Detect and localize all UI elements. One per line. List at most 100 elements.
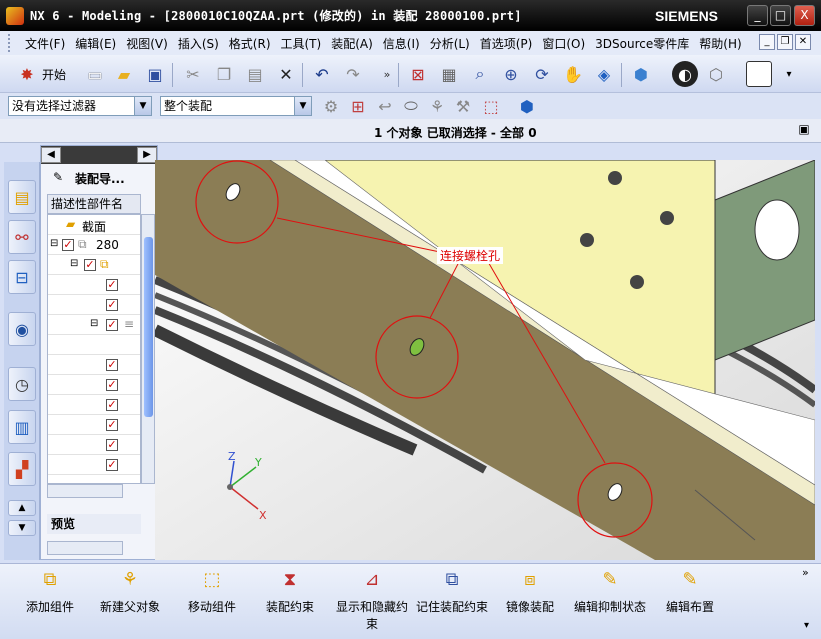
strip-scroll-up-icon[interactable]: ▲ xyxy=(8,500,36,516)
tree-row[interactable]: ✓ xyxy=(48,275,140,295)
tree-row[interactable]: ✓ xyxy=(48,395,140,415)
status-toggle-icon[interactable]: ▣ xyxy=(794,119,814,139)
mdi-close-button[interactable]: ✕ xyxy=(795,34,811,50)
chevron-right-icon[interactable]: ▶ xyxy=(137,147,157,163)
menu-info[interactable]: 信息(I) xyxy=(378,35,425,52)
visibility-checkbox[interactable]: ✓ xyxy=(106,459,118,471)
preview-scrollbar[interactable] xyxy=(47,541,123,555)
tree-horizontal-scrollbar[interactable] xyxy=(47,484,123,498)
tree-row[interactable] xyxy=(48,335,140,355)
toolbar-dropdown-icon[interactable]: ▾ xyxy=(776,61,802,87)
copy-icon[interactable]: ❐ xyxy=(211,61,237,87)
menu-edit[interactable]: 编辑(E) xyxy=(70,35,121,52)
visibility-checkbox[interactable]: ✓ xyxy=(106,419,118,431)
wireframe-icon[interactable]: ⬡ xyxy=(703,61,729,87)
tree-row[interactable]: ✓ xyxy=(48,415,140,435)
menu-format[interactable]: 格式(R) xyxy=(224,35,276,52)
zoom-icon[interactable]: ⌕ xyxy=(467,61,493,87)
strip-scroll-down-icon[interactable]: ▼ xyxy=(8,520,36,536)
tree-row[interactable]: ✓ xyxy=(48,435,140,455)
roles-tab[interactable]: ▞ xyxy=(8,452,36,486)
menu-tools[interactable]: 工具(T) xyxy=(276,35,327,52)
model-view[interactable]: Z Y X xyxy=(155,160,815,560)
assembly-constraint-button[interactable]: ⧗ 装配约束 xyxy=(262,568,318,634)
menu-file[interactable]: 文件(F) xyxy=(20,35,70,52)
menu-assembly[interactable]: 装配(A) xyxy=(326,35,378,52)
menu-help[interactable]: 帮助(H) xyxy=(694,35,746,52)
collapse-icon[interactable]: ⊟ xyxy=(90,318,98,329)
visibility-checkbox[interactable]: ✓ xyxy=(106,439,118,451)
menu-window[interactable]: 窗口(O) xyxy=(537,35,590,52)
chevron-down-icon[interactable]: ▼ xyxy=(294,97,311,115)
show-hide-constraint-button[interactable]: ⊿ 显示和隐藏约束 xyxy=(332,568,412,634)
tree-row[interactable]: ✓ xyxy=(48,455,140,475)
delete-icon[interactable]: ✕ xyxy=(273,61,299,87)
edit-arrangement-button[interactable]: ✎ 编辑布置 xyxy=(662,568,718,634)
graphics-viewport[interactable]: Z Y X xyxy=(155,160,815,560)
shaded-icon[interactable]: ⬢ xyxy=(628,61,654,87)
render-style-icon[interactable]: ◐ xyxy=(672,61,698,87)
cut-icon[interactable]: ✂ xyxy=(180,61,206,87)
face-rule-icon[interactable]: ⬭ xyxy=(398,93,424,119)
add-component-button[interactable]: ⧉ 添加组件 xyxy=(22,568,78,634)
chevron-down-icon[interactable]: ▼ xyxy=(134,97,151,115)
tree-row[interactable]: ⊟ ✓ ⧉ xyxy=(48,255,140,275)
undo-icon[interactable]: ↶ xyxy=(309,61,335,87)
new-parent-button[interactable]: ⚘ 新建父对象 xyxy=(98,568,162,634)
background-icon[interactable] xyxy=(746,61,772,87)
menubar-grip[interactable] xyxy=(8,34,14,52)
menu-insert[interactable]: 插入(S) xyxy=(173,35,224,52)
component-select-icon[interactable]: ⬢ xyxy=(514,93,540,119)
part-navigator-tab[interactable]: ⊟ xyxy=(8,260,36,294)
preview-section-header[interactable]: 预览 xyxy=(47,514,141,534)
nx-app-icon[interactable] xyxy=(6,6,24,25)
minimize-button[interactable]: _ xyxy=(747,5,768,26)
move-component-button[interactable]: ⬚ 移动组件 xyxy=(184,568,240,634)
menu-view[interactable]: 视图(V) xyxy=(121,35,173,52)
tree-row[interactable]: ✓ xyxy=(48,375,140,395)
visibility-checkbox[interactable]: ✓ xyxy=(106,299,118,311)
tree-row[interactable]: ⊟ ✓ ⧉ 280 xyxy=(48,235,140,255)
web-browser-tab[interactable]: ◉ xyxy=(8,312,36,346)
menu-3dsource[interactable]: 3DSource零件库 xyxy=(590,35,694,52)
visibility-checkbox[interactable]: ✓ xyxy=(106,359,118,371)
collapse-icon[interactable]: ⊟ xyxy=(50,238,58,249)
point-snap-icon[interactable]: ⊞ xyxy=(345,93,371,119)
constraint-navigator-tab[interactable]: ⚯ xyxy=(8,220,36,254)
toolbar-more-icon[interactable]: » xyxy=(802,566,809,579)
start-icon[interactable]: ✸ xyxy=(14,61,40,87)
visibility-checkbox[interactable]: ✓ xyxy=(106,279,118,291)
chevron-left-icon[interactable]: ◀ xyxy=(41,147,61,163)
zoom-region-icon[interactable]: ▦ xyxy=(436,61,462,87)
menu-analysis[interactable]: 分析(L) xyxy=(425,35,475,52)
cube-view-icon[interactable]: ◈ xyxy=(591,61,617,87)
visibility-checkbox[interactable]: ✓ xyxy=(106,399,118,411)
assembly-navigator-tab[interactable]: ▤ xyxy=(8,180,36,214)
start-button-label[interactable]: 开始 xyxy=(42,66,66,83)
tree-row[interactable]: ✓ xyxy=(48,355,140,375)
system-materials-tab[interactable]: ▥ xyxy=(8,410,36,444)
pin-icon[interactable]: ✎ xyxy=(53,170,63,184)
tree-vertical-scrollbar[interactable] xyxy=(141,214,155,484)
column-header[interactable]: 描述性部件名 xyxy=(47,194,141,214)
curve-rule-icon[interactable]: ↩ xyxy=(372,93,398,119)
zoom-in-out-icon[interactable]: ⊕ xyxy=(498,61,524,87)
selection-filter-combo[interactable]: 没有选择过滤器 ▼ xyxy=(8,96,152,116)
close-button[interactable]: X xyxy=(794,5,815,26)
visibility-checkbox[interactable]: ✓ xyxy=(62,239,74,251)
visibility-checkbox[interactable]: ✓ xyxy=(106,319,118,331)
rotate-icon[interactable]: ⟳ xyxy=(529,61,555,87)
mdi-restore-button[interactable]: ❐ xyxy=(777,34,793,50)
mdi-minimize-button[interactable]: _ xyxy=(759,34,775,50)
redo-icon[interactable]: ↷ xyxy=(340,61,366,87)
toolbar-dropdown-icon[interactable]: ▾ xyxy=(804,620,809,631)
fit-icon[interactable]: ⊠ xyxy=(405,61,431,87)
toolbar-more-icon[interactable]: » xyxy=(374,61,400,87)
history-tab[interactable]: ◷ xyxy=(8,367,36,401)
maximize-button[interactable]: □ xyxy=(770,5,791,26)
pan-icon[interactable]: ✋ xyxy=(560,61,586,87)
menu-preferences[interactable]: 首选项(P) xyxy=(475,35,538,52)
remember-constraint-button[interactable]: ⧉ 记住装配约束 xyxy=(412,568,492,634)
tree-row[interactable]: ✓ xyxy=(48,295,140,315)
visibility-checkbox[interactable]: ✓ xyxy=(84,259,96,271)
